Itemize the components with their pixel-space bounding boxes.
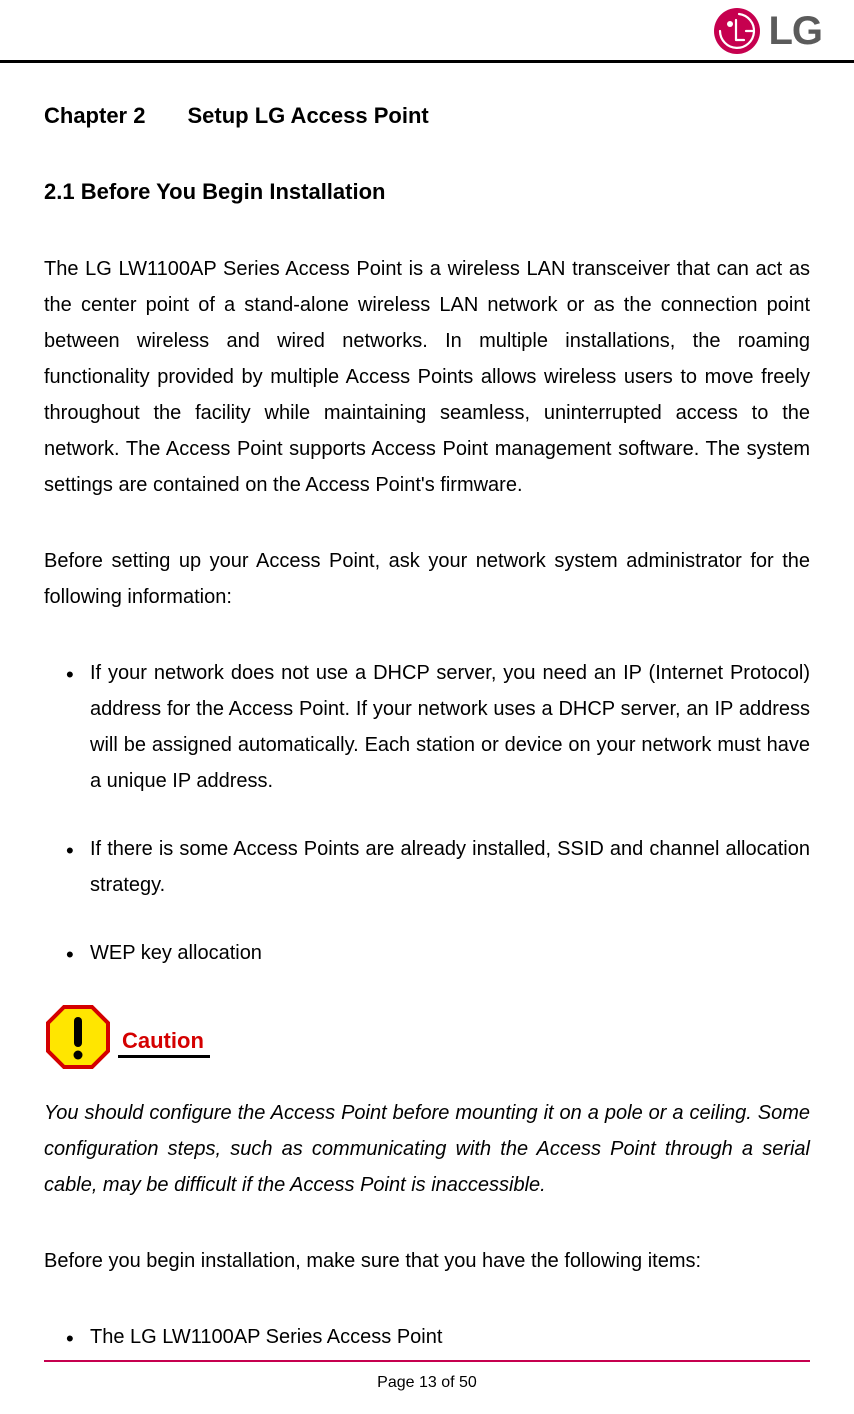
caution-label: Caution (118, 1028, 210, 1058)
footer-rule (44, 1360, 810, 1362)
list-item: If there is some Access Points are alrea… (66, 831, 810, 903)
chapter-title: Setup LG Access Point (187, 103, 428, 129)
caution-header: Caution (44, 1003, 810, 1071)
page-header: LG (0, 0, 854, 63)
caution-icon (44, 1003, 112, 1071)
bullet-list: If your network does not use a DHCP serv… (44, 655, 810, 971)
paragraph: The LG LW1100AP Series Access Point is a… (44, 251, 810, 503)
paragraph: Before you begin installation, make sure… (44, 1243, 810, 1279)
brand-logo: LG (714, 8, 822, 54)
list-item: The LG LW1100AP Series Access Point (66, 1319, 810, 1355)
page-number: Page 13 of 50 (0, 1374, 854, 1392)
caution-text: You should configure the Access Point be… (44, 1095, 810, 1203)
bullet-list: The LG LW1100AP Series Access Point (44, 1319, 810, 1355)
list-item: If your network does not use a DHCP serv… (66, 655, 810, 799)
chapter-label: Chapter 2 (44, 103, 145, 129)
paragraph: Before setting up your Access Point, ask… (44, 543, 810, 615)
lg-face-icon (714, 8, 760, 54)
list-item: WEP key allocation (66, 935, 810, 971)
chapter-heading: Chapter 2 Setup LG Access Point (44, 103, 810, 129)
brand-text: LG (768, 9, 822, 54)
section-heading: 2.1 Before You Begin Installation (44, 179, 810, 205)
page-content: Chapter 2 Setup LG Access Point 2.1 Befo… (0, 63, 854, 1355)
